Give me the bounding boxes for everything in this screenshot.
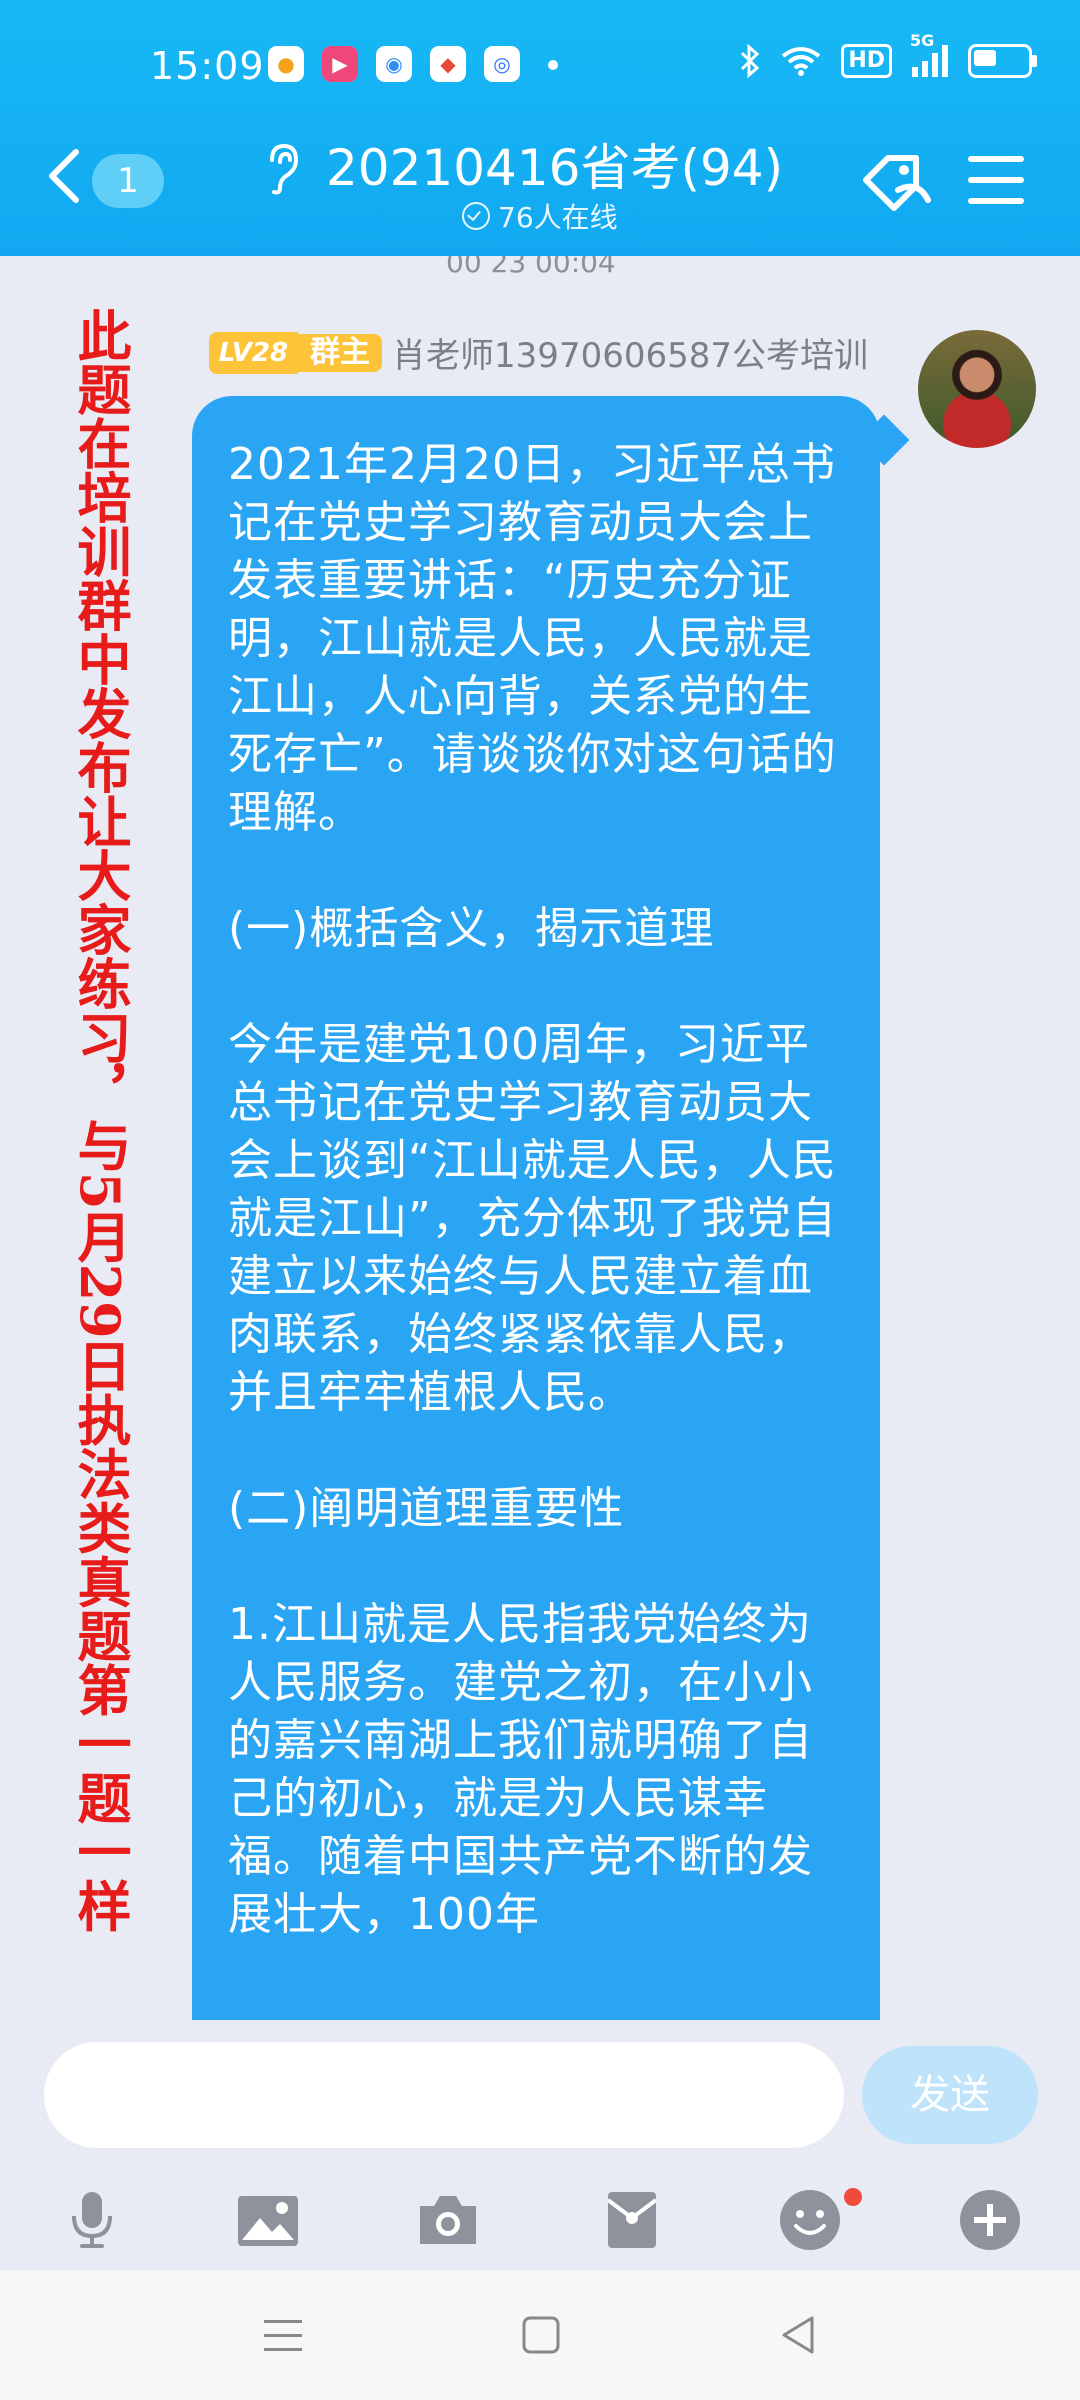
level-badge: LV28 — [208, 331, 299, 374]
group-title[interactable]: 20210416省考(94) — [326, 128, 783, 200]
input-bar: 发送 — [0, 2020, 1080, 2270]
status-bar: 15:09 ● ▶ ◉ ◆ ◎ HD 5G — [0, 0, 1080, 128]
message-paragraph: 2021年2月20日，习近平总书记在党史学习教育动员大会上发表重要讲话：“历史充… — [228, 439, 837, 838]
red-annotation-text: 此题在培训群中发布让大家练习，与5月29日执法类真题第一题一样 — [68, 308, 132, 1933]
browser-app-icon: ◎ — [484, 46, 520, 82]
back-nav-icon[interactable] — [774, 2310, 824, 2360]
earpiece-mode-icon[interactable] — [262, 140, 302, 196]
microphone-icon[interactable] — [60, 2188, 124, 2252]
plus-icon[interactable] — [958, 2188, 1022, 2252]
map-app-icon: ◆ — [430, 46, 466, 82]
message-input[interactable] — [44, 2042, 844, 2148]
battery-icon — [968, 44, 1037, 78]
back-arrow-icon[interactable] — [44, 146, 84, 206]
bluetooth-icon — [741, 44, 760, 78]
input-toolbar — [0, 2174, 1080, 2270]
online-count: 76人在线 — [498, 201, 618, 234]
tag-link-icon[interactable] — [858, 150, 934, 214]
message-timestamp: 00 23 00:04 — [446, 256, 616, 279]
system-nav-bar — [0, 2270, 1080, 2400]
message-heading: (一)概括含义，揭示道理 — [228, 903, 715, 954]
new-emoji-dot — [844, 2188, 862, 2206]
message-list[interactable]: 00 23 00:04 此题在培训群中发布让大家练习，与5月29日执法类真题第一… — [0, 256, 1080, 2020]
network-label: 5G — [910, 31, 935, 50]
emoji-icon[interactable] — [778, 2188, 842, 2252]
more-notifications-dot — [548, 60, 558, 70]
message-paragraph: 1.江山就是人民指我党始终为人民服务。建党之初，在小小的嘉兴南湖上我们就明确了自… — [228, 1599, 813, 1940]
unread-count-badge[interactable]: 1 — [92, 154, 164, 208]
send-button[interactable]: 发送 — [862, 2046, 1038, 2144]
chat-app-icon: ◉ — [376, 46, 412, 82]
recent-apps-icon[interactable] — [258, 2310, 308, 2360]
group-owner-badge: 群主 — [298, 333, 383, 372]
online-status[interactable]: 76人在线 — [462, 196, 618, 236]
camera-icon[interactable] — [416, 2188, 480, 2252]
home-icon[interactable] — [516, 2310, 566, 2360]
weather-app-icon: ● — [268, 46, 304, 82]
status-time: 15:09 — [150, 44, 265, 88]
online-check-icon — [462, 202, 490, 230]
message-paragraph: 今年是建党100周年，习近平总书记在党史学习教育动员大会上谈到“江山就是人民，人… — [228, 1019, 837, 1418]
message-text: 2021年2月20日，习近平总书记在党史学习教育动员大会上发表重要讲话：“历史充… — [228, 436, 844, 1944]
image-icon[interactable] — [236, 2188, 300, 2252]
video-app-icon: ▶ — [322, 46, 358, 82]
chat-header: 15:09 ● ▶ ◉ ◆ ◎ HD 5G 1 20210416省考(94) 7… — [0, 0, 1080, 256]
sender-avatar[interactable] — [918, 330, 1036, 448]
message-heading: (二)阐明道理重要性 — [228, 1483, 625, 1534]
notification-icons: ● ▶ ◉ ◆ ◎ — [268, 46, 520, 82]
hd-badge: HD — [841, 44, 892, 78]
menu-icon[interactable] — [968, 156, 1024, 204]
sender-name[interactable]: 肖老师13970606587公考培训 — [392, 328, 868, 377]
system-status: HD 5G — [739, 31, 1037, 78]
sender-info: LV28 群主 肖老师13970606587公考培训 — [208, 328, 868, 377]
cell-signal: 5G — [910, 31, 948, 77]
wifi-icon — [782, 47, 821, 76]
red-packet-icon[interactable] — [600, 2188, 664, 2252]
message-bubble[interactable]: 2021年2月20日，习近平总书记在党史学习教育动员大会上发表重要讲话：“历史充… — [192, 396, 880, 2020]
